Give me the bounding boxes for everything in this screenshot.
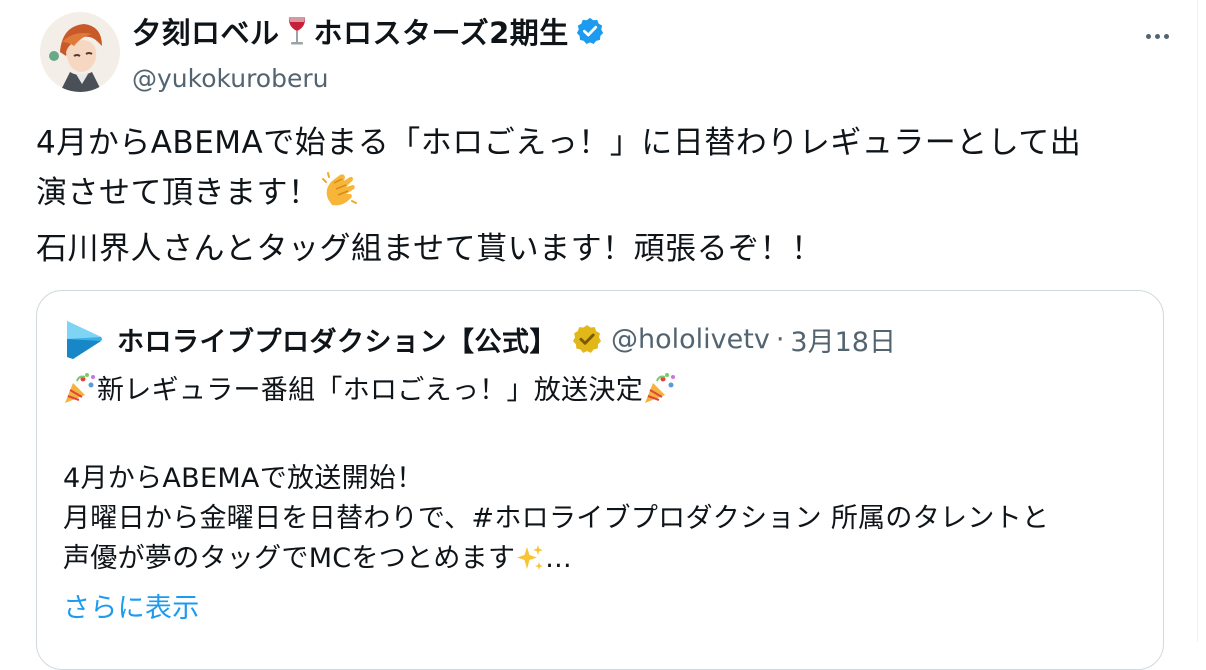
quoted-tweet-header: ホロライブプロダクション【公式】 @hololivetv · 3月18日 <box>65 319 896 359</box>
tweet-text: 4月からABEMAで始まる「ホロごえっ！」に日替わりレギュラーとして出 演させて… <box>36 118 1176 274</box>
wine-glass-icon <box>282 15 312 47</box>
more-dots-icon[interactable] <box>1144 24 1178 44</box>
show-more-link[interactable]: さらに表示 <box>63 589 1153 629</box>
quoted-body-line-3: 声優が夢のタッグでMCをつとめます ... <box>63 539 1153 585</box>
quoted-body-line-2: 月曜日から金曜日を日替わりで、#ホロライブプロダクション 所属のタレントと <box>63 503 1050 534</box>
tweet-line-2: 演させて頂きます！ <box>36 168 1176 224</box>
separator-dot: · <box>775 323 785 355</box>
clapping-hands-emoji <box>320 169 360 224</box>
avatar[interactable] <box>40 12 120 92</box>
display-name-suffix: ホロスターズ2期生 <box>313 16 569 50</box>
tweet-line-3: 石川界人さんとタッグ組ませて貰います！頑張るぞ！！ <box>36 231 823 267</box>
quoted-headline-text: 新レギュラー番組「ホロごえっ！」放送決定 <box>97 375 643 406</box>
quoted-date[interactable]: 3月18日 <box>790 320 896 359</box>
quoted-tweet-body: 新レギュラー番組「ホロごえっ！」放送決定 4月からABEMAで放送開始！ 月曜日… <box>63 371 1153 629</box>
party-popper-emoji <box>643 371 677 417</box>
tweet-header: 夕刻ロベル ホロスターズ2期生 @yukokuroberu <box>40 6 1180 96</box>
quoted-author-name[interactable]: ホロライブプロダクション【公式】 <box>117 320 557 359</box>
display-name-text: 夕刻ロベル <box>132 16 280 50</box>
author-handle[interactable]: @yukokuroberu <box>132 64 605 93</box>
gold-verified-badge-icon[interactable] <box>571 323 603 355</box>
timeline-border <box>1197 0 1198 642</box>
sparkles-emoji <box>515 543 545 585</box>
quoted-author-handle[interactable]: @hololivetv <box>611 324 770 355</box>
quoted-body-line-1: 4月からABEMAで放送開始！ <box>63 463 424 494</box>
display-name[interactable]: 夕刻ロベル ホロスターズ2期生 <box>132 10 605 52</box>
play-triangle-logo-icon <box>65 319 103 359</box>
tweet-line-2-text: 演させて頂きます！ <box>36 175 320 211</box>
quoted-headline: 新レギュラー番組「ホロごえっ！」放送決定 <box>63 371 1153 417</box>
author-names: 夕刻ロベル ホロスターズ2期生 @yukokuroberu <box>132 10 605 93</box>
quoted-body-line-3-text: 声優が夢のタッグでMCをつとめます <box>63 543 516 574</box>
party-popper-emoji <box>63 371 97 417</box>
quoted-tweet[interactable]: ホロライブプロダクション【公式】 @hololivetv · 3月18日 新レギ… <box>36 290 1164 670</box>
ellipsis: ... <box>545 543 572 574</box>
tweet-line-1: 4月からABEMAで始まる「ホロごえっ！」に日替わりレギュラーとして出 <box>36 125 1082 161</box>
verified-badge-icon[interactable] <box>575 16 605 46</box>
